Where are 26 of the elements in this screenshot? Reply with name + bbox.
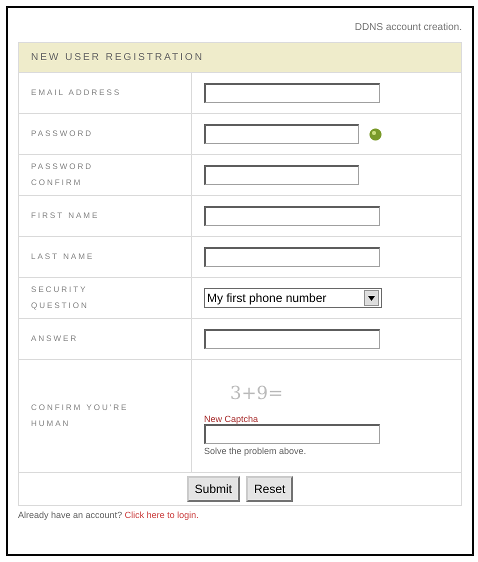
input-field[interactable] bbox=[204, 247, 380, 267]
question-dropdown[interactable]: My first phone number bbox=[204, 288, 382, 308]
password-field[interactable] bbox=[204, 124, 359, 144]
form-title: NEW USER REGISTRATION bbox=[19, 43, 461, 73]
field-label: FIRST NAME bbox=[31, 210, 100, 222]
caret-icon bbox=[368, 296, 375, 300]
field-label: ANSWER bbox=[31, 333, 78, 345]
password-field[interactable] bbox=[204, 165, 359, 185]
field-label: LAST NAME bbox=[31, 251, 94, 263]
field-label: PASSWORD CONFIRM bbox=[31, 161, 94, 189]
captcha-answer-field[interactable] bbox=[204, 424, 380, 444]
field-label: PASSWORD bbox=[31, 128, 94, 140]
field-label: CONFIRM YOU'RE HUMAN bbox=[31, 402, 130, 430]
captcha-problem: 3+9= bbox=[229, 382, 284, 404]
form-button[interactable]: Reset bbox=[246, 476, 294, 502]
field-label: EMAIL ADDRESS bbox=[31, 87, 122, 99]
page-note: DDNS account creation. bbox=[354, 22, 462, 35]
login-link[interactable]: Click here to login. bbox=[124, 510, 199, 520]
input-field[interactable] bbox=[204, 206, 380, 226]
new-captcha-link[interactable]: New Captcha bbox=[204, 414, 258, 424]
footer-text: Already have an account? bbox=[18, 510, 122, 520]
input-field[interactable] bbox=[204, 329, 380, 349]
input-field[interactable] bbox=[204, 83, 380, 103]
form-button[interactable]: Submit bbox=[186, 476, 240, 502]
field-label: SECURITY QUESTION bbox=[31, 284, 90, 312]
captcha-help: Solve the problem above. bbox=[204, 446, 306, 456]
